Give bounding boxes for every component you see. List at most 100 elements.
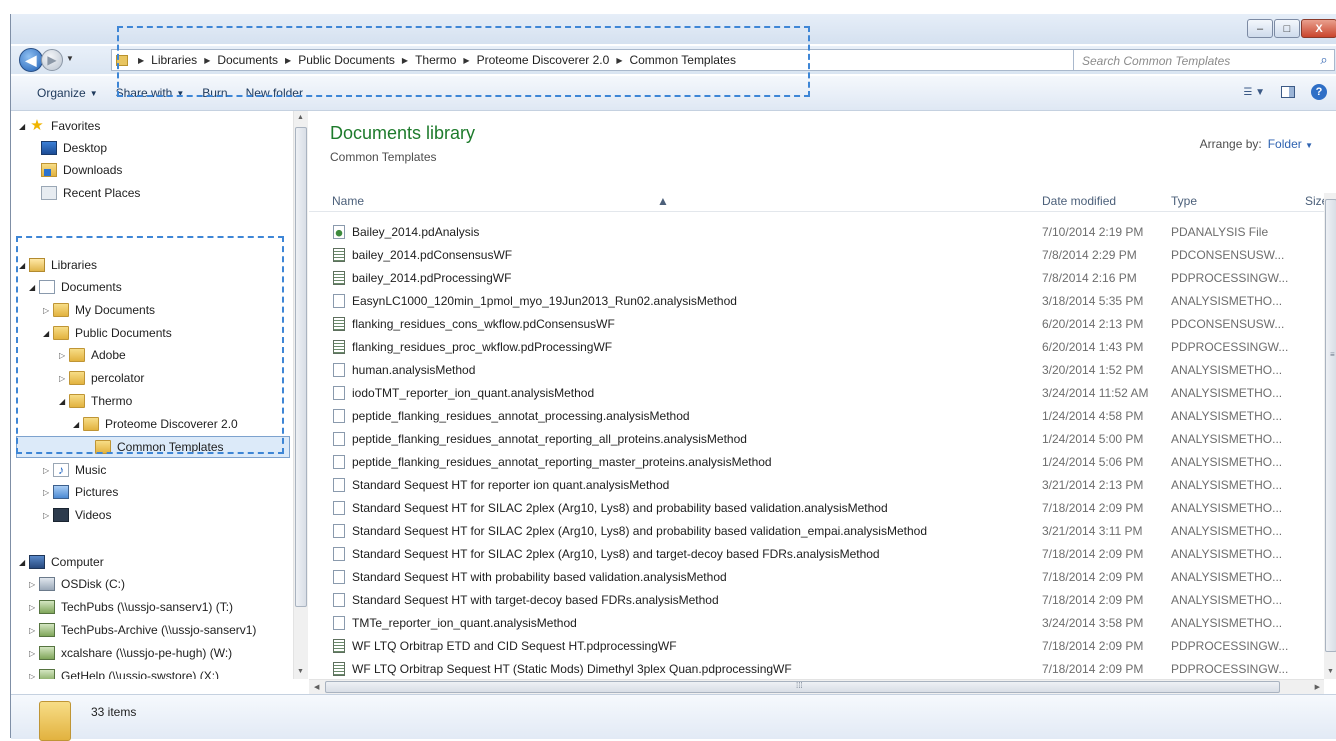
scroll-right-icon[interactable]: ▶ (1315, 683, 1320, 691)
scroll-down-icon[interactable]: ▼ (297, 668, 304, 675)
collapse-icon[interactable]: ▷ (29, 672, 39, 680)
expand-icon[interactable]: ◢ (29, 283, 39, 292)
scrollbar-thumb[interactable]: ⁞⁞⁞ (325, 681, 1280, 693)
nav-favorites[interactable]: ◢ ★ Favorites (19, 115, 100, 137)
chevron-right-icon[interactable]: ▶ (402, 56, 408, 65)
preview-pane-icon[interactable] (1281, 86, 1295, 98)
expand-icon[interactable]: ◢ (19, 261, 29, 270)
share-with-menu[interactable]: Share with ▼ (116, 86, 185, 100)
nav-downloads[interactable]: Downloads (41, 159, 122, 181)
expand-icon[interactable]: ◢ (19, 122, 29, 131)
chevron-right-icon[interactable]: ▶ (463, 56, 469, 65)
collapse-icon[interactable]: ▷ (29, 649, 39, 658)
expand-icon[interactable]: ◢ (59, 397, 69, 406)
file-row[interactable]: Bailey_2014.pdAnalysis 7/10/2014 2:19 PM P… (309, 221, 1336, 244)
nav-music[interactable]: ▷ ♪ Music (43, 459, 106, 481)
collapse-icon[interactable]: ▷ (43, 306, 53, 315)
file-row[interactable]: flanking_residues_cons_wkflow.pdConsensu… (309, 313, 1336, 336)
breadcrumb-documents[interactable]: Documents (217, 53, 278, 67)
close-button[interactable]: X (1301, 19, 1336, 38)
new-folder-button[interactable]: New folder (246, 86, 303, 100)
horizontal-scrollbar[interactable]: ◀ ⁞⁞⁞ ▶ (309, 679, 1324, 694)
file-row[interactable]: bailey_2014.pdConsensusWF 7/8/2014 2:29 P… (309, 244, 1336, 267)
file-row[interactable]: bailey_2014.pdProcessingWF 7/8/2014 2:16 … (309, 267, 1336, 290)
nav-videos[interactable]: ▷ Videos (43, 504, 111, 526)
file-row[interactable]: iodoTMT_reporter_ion_quant.analysisMetho… (309, 382, 1336, 405)
breadcrumb-thermo[interactable]: Thermo (415, 53, 456, 67)
minimize-button[interactable]: – (1247, 19, 1273, 38)
breadcrumb-proteome-discoverer[interactable]: Proteome Discoverer 2.0 (477, 53, 610, 67)
search-icon[interactable]: ⌕ (1316, 52, 1332, 68)
nav-percolator[interactable]: ▷ percolator (59, 367, 144, 389)
file-list-scrollbar[interactable]: ≡ ▼ (1324, 193, 1336, 679)
file-row[interactable]: human.analysisMethod 3/20/2014 1:52 PM ANA… (309, 359, 1336, 382)
nav-scrollbar[interactable]: ▲ ▼ (293, 111, 308, 679)
file-row[interactable]: WF LTQ Orbitrap ETD and CID Sequest HT.p… (309, 635, 1336, 658)
arrange-by-dropdown[interactable]: Folder ▼ (1268, 137, 1313, 151)
expand-icon[interactable]: ◢ (43, 329, 53, 338)
chevron-right-icon[interactable]: ▶ (616, 56, 622, 65)
file-row[interactable]: Standard Sequest HT for SILAC 2plex (Arg… (309, 543, 1336, 566)
collapse-icon[interactable]: ▷ (59, 374, 69, 383)
burn-button[interactable]: Burn (202, 86, 227, 100)
chevron-right-icon[interactable]: ▶ (285, 56, 291, 65)
nav-computer[interactable]: ◢ Computer (19, 551, 104, 573)
file-row[interactable]: EasynLC1000_120min_1pmol_myo_19Jun2013_R… (309, 290, 1336, 313)
nav-documents[interactable]: ◢ Documents (29, 276, 122, 298)
nav-desktop[interactable]: Desktop (41, 137, 107, 159)
file-row[interactable]: Standard Sequest HT with probability bas… (309, 566, 1336, 589)
scrollbar-thumb[interactable]: ≡ (1325, 199, 1336, 652)
nav-libraries[interactable]: ◢ Libraries (19, 254, 97, 276)
collapse-icon[interactable]: ▷ (43, 466, 53, 475)
forward-button[interactable]: ▶ (41, 49, 63, 71)
file-row[interactable]: flanking_residues_proc_wkflow.pdProcessi… (309, 336, 1336, 359)
breadcrumb-common-templates[interactable]: Common Templates (629, 53, 736, 67)
expand-icon[interactable]: ◢ (19, 558, 29, 567)
chevron-right-icon[interactable]: ▶ (138, 56, 144, 65)
back-button[interactable]: ◀ (19, 48, 43, 72)
column-type[interactable]: Type (1171, 194, 1197, 208)
file-row[interactable]: Standard Sequest HT for reporter ion qua… (309, 474, 1336, 497)
collapse-icon[interactable]: ▷ (59, 351, 69, 360)
collapse-icon[interactable]: ▷ (29, 603, 39, 612)
breadcrumb-public-documents[interactable]: Public Documents (298, 53, 395, 67)
file-row[interactable]: TMTe_reporter_ion_quant.analysisMethod 3/… (309, 612, 1336, 635)
collapse-icon[interactable]: ▷ (29, 626, 39, 635)
file-row[interactable]: Standard Sequest HT with target-decoy ba… (309, 589, 1336, 612)
scrollbar-thumb[interactable] (295, 127, 307, 607)
file-row[interactable]: peptide_flanking_residues_annotat_proces… (309, 405, 1336, 428)
collapse-icon[interactable]: ▷ (29, 580, 39, 589)
help-icon[interactable]: ? (1311, 84, 1327, 100)
chevron-right-icon[interactable]: ▶ (204, 56, 210, 65)
expand-icon[interactable]: ◢ (73, 420, 83, 429)
search-input[interactable] (1080, 51, 1304, 71)
scroll-left-icon[interactable]: ◀ (314, 683, 319, 691)
address-bar[interactable]: ▶ Libraries ▶ Documents ▶ Public Documen… (111, 49, 1156, 71)
nav-adobe[interactable]: ▷ Adobe (59, 344, 126, 366)
nav-drive-x[interactable]: ▷ GetHelp (\\ussjo-swstore) (X:) (29, 665, 219, 679)
file-row[interactable]: peptide_flanking_residues_annotat_report… (309, 428, 1336, 451)
recent-pages-dropdown[interactable]: ▼ (66, 54, 74, 63)
nav-drive-archive[interactable]: ▷ TechPubs-Archive (\\ussjo-sanserv1) (29, 619, 256, 641)
nav-drive-c[interactable]: ▷ OSDisk (C:) (29, 573, 125, 595)
nav-thermo[interactable]: ◢ Thermo (59, 390, 132, 412)
organize-menu[interactable]: Organize ▼ (37, 86, 98, 100)
breadcrumb-libraries[interactable]: Libraries (151, 53, 197, 67)
nav-my-documents[interactable]: ▷ My Documents (43, 299, 155, 321)
column-name[interactable]: Name (332, 194, 364, 208)
file-row[interactable]: Standard Sequest HT for SILAC 2plex (Arg… (309, 520, 1336, 543)
change-view-icon[interactable]: ☰ ▼ (1243, 87, 1265, 98)
file-row[interactable]: WF LTQ Orbitrap Sequest HT (Static Mods)… (309, 658, 1336, 679)
nav-common-templates[interactable]: Common Templates (16, 436, 290, 458)
maximize-button[interactable]: □ (1274, 19, 1300, 38)
nav-drive-t[interactable]: ▷ TechPubs (\\ussjo-sanserv1) (T:) (29, 596, 233, 618)
nav-recent-places[interactable]: Recent Places (41, 182, 140, 204)
file-row[interactable]: Standard Sequest HT for SILAC 2plex (Arg… (309, 497, 1336, 520)
nav-drive-w[interactable]: ▷ xcalshare (\\ussjo-pe-hugh) (W:) (29, 642, 232, 664)
file-row[interactable]: peptide_flanking_residues_annotat_report… (309, 451, 1336, 474)
scroll-up-icon[interactable]: ▲ (297, 114, 304, 121)
collapse-icon[interactable]: ▷ (43, 511, 53, 520)
collapse-icon[interactable]: ▷ (43, 488, 53, 497)
scroll-down-icon[interactable]: ▼ (1327, 668, 1334, 675)
column-date-modified[interactable]: Date modified (1042, 194, 1116, 208)
